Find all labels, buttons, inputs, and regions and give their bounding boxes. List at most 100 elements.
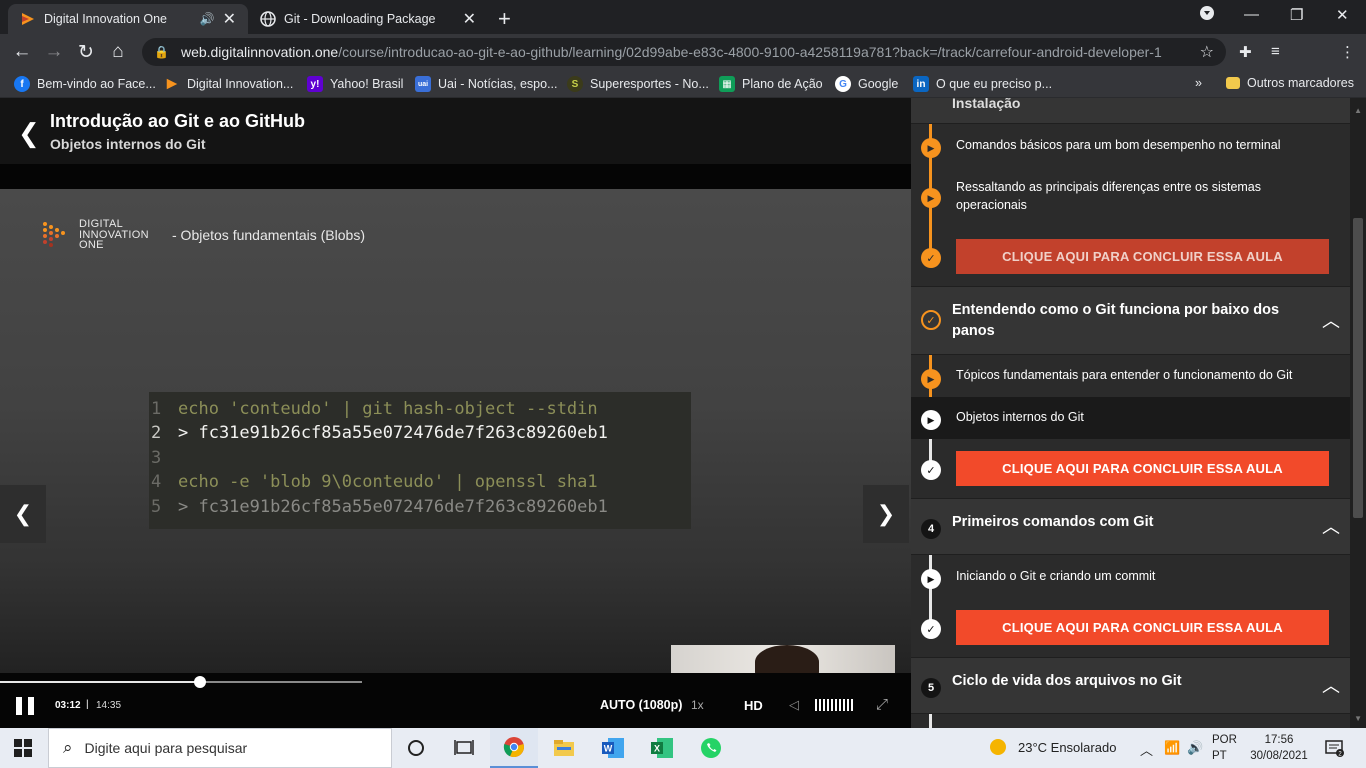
home-icon[interactable]: ⌂ [106, 41, 130, 63]
bookmark-superesportes[interactable]: S Superesportes - No... [567, 76, 709, 92]
seek-handle[interactable] [194, 676, 206, 688]
weather-sun-icon[interactable] [989, 738, 1007, 759]
tab-git-downloading-package[interactable]: Git - Downloading Package ✕ [248, 4, 488, 34]
code-text: echo 'conteudo' | git hash-object --stdi… [178, 399, 598, 419]
code-line: 2 > fc31e91b26cf85a55e072476de7f263c89260… [149, 421, 691, 445]
weather-text[interactable]: 23°C Ensolarado [1018, 740, 1116, 755]
chevron-up-icon[interactable]: ︿ [1322, 672, 1340, 698]
browser-toolbar: ← → ↻ ⌂ 🔒 web.digitalinnovation.one/cour… [0, 34, 1366, 97]
close-window-icon[interactable]: ✕ [1336, 6, 1349, 24]
bookmark-uai[interactable]: uai Uai - Notícias, espo... [415, 76, 558, 92]
excel-icon[interactable]: X [638, 728, 686, 768]
speaker-icon[interactable]: 🔊 [1187, 740, 1203, 756]
windows-taskbar: ⌕ Digite aqui para pesquisar W X 23°C En… [0, 728, 1366, 768]
scroll-down-icon[interactable]: ▼ [1354, 714, 1362, 723]
fullscreen-icon[interactable]: ⤢ [876, 696, 888, 713]
dio-brand-line: DIGITAL [79, 218, 124, 230]
chevron-up-icon[interactable]: ︿ [1322, 307, 1340, 333]
browser-menu-icon[interactable]: ⋮ [1340, 43, 1355, 61]
complete-lesson-row: ✓ CLIQUE AQUI PARA CONCLUIR ESSA AULA [911, 448, 1350, 492]
bookmarks-bar: f Bem-vindo ao Face... Digital Innovation… [0, 70, 1366, 98]
hd-toggle[interactable]: HD [744, 698, 763, 713]
section-header-instalacao[interactable]: Instalação [911, 98, 1350, 124]
input-language[interactable]: POR PT [1212, 732, 1237, 764]
extensions-icon[interactable]: ✚ [1239, 43, 1252, 61]
chrome-taskbar-icon[interactable] [490, 728, 538, 768]
code-text: > fc31e91b26cf85a55e072476de7f263c89260e… [178, 423, 608, 444]
scroll-up-icon[interactable]: ▲ [1354, 106, 1362, 115]
bookmark-facebook[interactable]: f Bem-vindo ao Face... [14, 76, 156, 92]
bookmark-google[interactable]: G Google [835, 76, 898, 92]
speed-selector[interactable]: 1x [691, 698, 704, 712]
lock-icon[interactable]: 🔒 [154, 45, 169, 59]
bookmark-label: Google [858, 77, 899, 91]
word-icon[interactable]: W [589, 728, 637, 768]
lesson-label: Ressaltando as principais diferenças ent… [956, 180, 1262, 212]
bookmark-digital-innovation[interactable]: Digital Innovation... [164, 76, 293, 92]
media-control-icon[interactable]: ≡ [1271, 43, 1280, 60]
back-icon[interactable]: ← [10, 41, 34, 63]
dio-brand-line: ONE [79, 239, 104, 251]
lesson-item[interactable]: ▶ Ressaltando as principais diferenças e… [911, 166, 1350, 226]
volume-slider[interactable] [815, 699, 855, 711]
address-bar[interactable]: 🔒 web.digitalinnovation.one/course/intro… [142, 38, 1226, 66]
tab-audio-icon[interactable]: 🔊 [200, 12, 215, 26]
new-tab-icon[interactable]: + [498, 6, 511, 32]
other-bookmarks[interactable]: Outros marcadores [1226, 76, 1354, 90]
back-chevron-icon[interactable]: ❮ [18, 118, 40, 149]
bookmark-plano-de-acao[interactable]: ▦ Plano de Ação [719, 76, 823, 92]
bookmarks-overflow-icon[interactable]: » [1195, 76, 1202, 90]
lesson-item[interactable]: ▶ Tópicos fundamentais para entender o f… [911, 355, 1350, 397]
pause-icon[interactable] [16, 697, 36, 715]
search-icon: ⌕ [63, 738, 73, 757]
lesson-item[interactable]: ▶ Comandos básicos para um bom desempenh… [911, 124, 1350, 166]
line-number: 4 [151, 472, 162, 493]
code-line: 1 echo 'conteudo' | git hash-object --std… [149, 397, 691, 421]
complete-lesson-button[interactable]: CLIQUE AQUI PARA CONCLUIR ESSA AULA [956, 239, 1329, 274]
section-header-primeiros-comandos[interactable]: 4 Primeiros comandos com Git ︿ [911, 498, 1350, 555]
clock-time: 17:56 [1264, 734, 1294, 746]
volume-icon[interactable]: ◁ [789, 697, 799, 713]
sidebar-scrollbar[interactable]: ▲ ▼ [1350, 98, 1366, 728]
chevron-up-icon[interactable]: ︿ [1322, 513, 1340, 539]
file-explorer-icon[interactable] [540, 728, 588, 768]
bookmark-star-icon[interactable]: ☆ [1200, 42, 1214, 62]
forward-icon[interactable]: → [42, 41, 66, 63]
other-bookmarks-label: Outros marcadores [1247, 76, 1354, 90]
windows-start-icon[interactable] [14, 739, 32, 757]
complete-lesson-button[interactable]: CLIQUE AQUI PARA CONCLUIR ESSA AULA [956, 610, 1329, 645]
tab-digital-innovation-one[interactable]: Digital Innovation One 🔊 ✕ [8, 4, 248, 34]
whatsapp-icon[interactable] [687, 728, 735, 768]
line-number: 2 [151, 423, 162, 444]
scrollbar-thumb[interactable] [1353, 218, 1363, 518]
lesson-item-current[interactable]: ▶ Objetos internos do Git [911, 397, 1350, 439]
bookmark-linkedin[interactable]: in O que eu preciso p... [913, 76, 1052, 92]
reload-icon[interactable]: ↻ [74, 41, 98, 64]
video-player[interactable]: DIGITAL INNOVATION ONE - Objetos fundame… [0, 189, 911, 728]
url-host: web.digitalinnovation.one [180, 44, 339, 60]
tab-search-icon[interactable] [1200, 6, 1214, 24]
previous-lesson-button[interactable]: ❮ [0, 485, 46, 543]
tab-close-icon[interactable]: ✕ [223, 9, 236, 29]
section-title: Instalação [952, 98, 1021, 111]
search-placeholder: Digite aqui para pesquisar [84, 740, 248, 756]
minimize-icon[interactable]: — [1244, 6, 1259, 23]
complete-lesson-button[interactable]: CLIQUE AQUI PARA CONCLUIR ESSA AULA [956, 451, 1329, 486]
section-header-ciclo-de-vida[interactable]: 5 Ciclo de vida dos arquivos no Git ︿ [911, 657, 1350, 714]
lesson-item[interactable]: ▶ Iniciando o Git e criando um commit [911, 558, 1350, 600]
next-lesson-button[interactable]: ❯ [863, 485, 909, 543]
maximize-icon[interactable]: ❐ [1290, 6, 1303, 24]
quality-selector[interactable]: AUTO (1080p) [600, 698, 682, 712]
network-icon[interactable]: 📶 [1164, 740, 1180, 756]
tab-close-icon[interactable]: ✕ [463, 9, 476, 29]
notifications-icon[interactable]: 2 [1324, 738, 1344, 761]
bookmark-yahoo[interactable]: y! Yahoo! Brasil [307, 76, 403, 92]
system-clock[interactable]: 17:56 30/08/2021 [1246, 732, 1312, 764]
tray-overflow-icon[interactable]: ︿ [1140, 740, 1153, 759]
svg-text:W: W [604, 744, 613, 754]
globe-icon [260, 11, 276, 27]
task-view-icon[interactable] [440, 728, 488, 768]
cortana-icon[interactable] [392, 728, 440, 768]
section-header-entendendo-git[interactable]: ✓ Entendendo como o Git funciona por bai… [911, 286, 1350, 355]
taskbar-search-input[interactable]: ⌕ Digite aqui para pesquisar [48, 728, 392, 768]
